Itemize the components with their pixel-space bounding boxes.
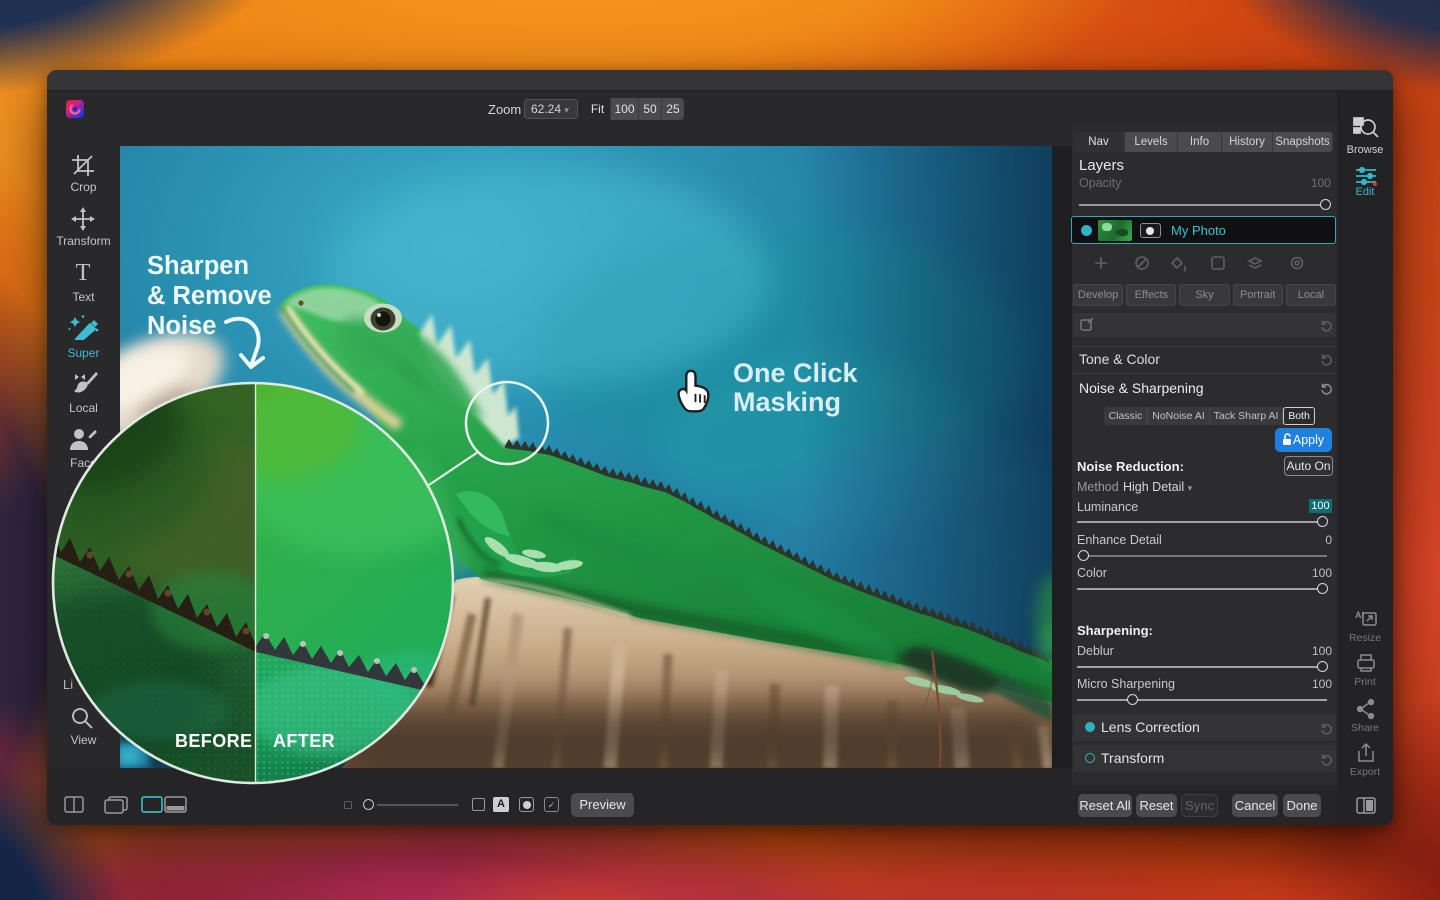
svg-text:T: T [76,260,91,285]
svg-text:Sharpen: Sharpen [147,252,249,280]
svg-text:Noise: Noise [147,312,216,340]
svg-text:BEFORE: BEFORE [175,731,252,751]
svg-text:& Remove: & Remove [147,282,272,310]
svg-text:AFTER: AFTER [273,731,335,751]
svg-text:Masking: Masking [733,387,841,417]
svg-text:One Click: One Click [733,358,859,388]
